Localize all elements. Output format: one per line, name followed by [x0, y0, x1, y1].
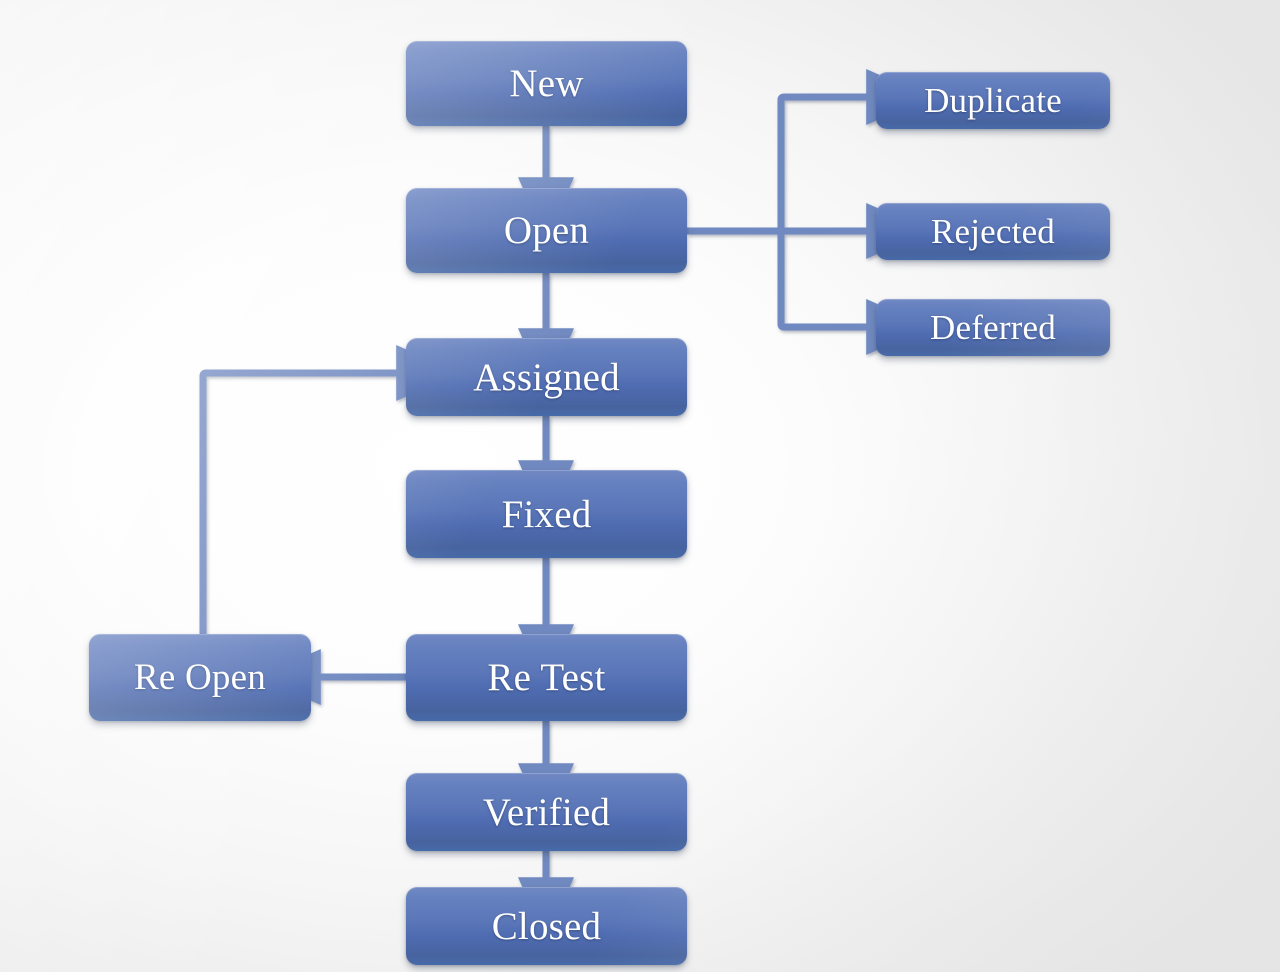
node-label-rejected: Rejected — [930, 211, 1056, 251]
node-assigned[interactable]: Assigned — [406, 338, 687, 416]
node-label-assigned: Assigned — [473, 355, 620, 399]
node-fixed[interactable]: Fixed — [406, 470, 687, 558]
edge-open-to-deferred — [777, 231, 930, 355]
node-label-reopen: Re Open — [134, 657, 266, 698]
node-open[interactable]: Open — [406, 188, 687, 273]
node-rejected[interactable]: Rejected — [876, 203, 1110, 260]
node-label-new: New — [509, 62, 584, 105]
node-reopen[interactable]: Re Open — [89, 634, 311, 721]
node-retest[interactable]: Re Test — [406, 634, 687, 721]
node-new[interactable]: New — [406, 41, 687, 126]
diagram-canvas: New Open Assigned Fixed Re Test Verified… — [0, 0, 1280, 972]
edge-reopen-to-assigned — [199, 345, 460, 634]
edge-open-to-duplicate — [777, 69, 930, 231]
node-label-closed: Closed — [491, 904, 602, 948]
node-label-open: Open — [503, 209, 590, 252]
node-verified[interactable]: Verified — [406, 773, 687, 851]
node-label-retest: Re Test — [487, 656, 606, 699]
node-label-deferred: Deferred — [930, 307, 1056, 347]
node-label-verified: Verified — [482, 790, 611, 834]
node-deferred[interactable]: Deferred — [876, 299, 1110, 356]
node-closed[interactable]: Closed — [406, 887, 687, 965]
node-label-fixed: Fixed — [501, 492, 592, 536]
node-label-duplicate: Duplicate — [924, 80, 1062, 120]
node-duplicate[interactable]: Duplicate — [876, 72, 1110, 129]
